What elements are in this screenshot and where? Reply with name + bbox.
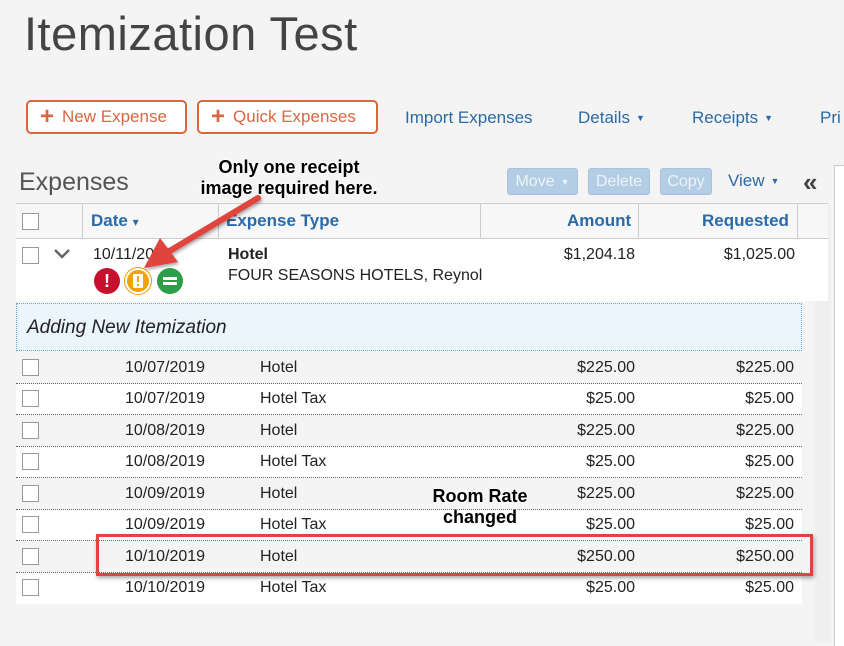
row-expense-type: Hotel [260, 359, 298, 376]
move-label: Move [515, 172, 555, 190]
receipts-label: Receipts [692, 108, 759, 127]
table-row[interactable]: 10/07/2019 Hotel $225.00 $225.00 [16, 353, 802, 384]
caret-down-icon: ▼ [635, 113, 645, 123]
row-expense-type: Hotel Tax [260, 579, 327, 596]
row-expense-type: Hotel Tax [260, 390, 327, 407]
row-checkbox[interactable] [22, 548, 39, 565]
requested-column-header[interactable]: Requested [702, 211, 789, 231]
row-date: 10/10/2019 [125, 579, 206, 596]
row-requested: $25.00 [745, 579, 794, 596]
plus-icon: + [211, 103, 226, 130]
row-checkbox[interactable] [22, 247, 39, 264]
table-row[interactable]: 10/08/2019 Hotel Tax $25.00 $25.00 [16, 447, 802, 478]
row-date: 10/09/2019 [125, 485, 206, 502]
row-amount: $225.00 [577, 422, 635, 439]
row-date: 10/08/2019 [125, 422, 206, 439]
room-rate-annotation-line2: changed [442, 507, 517, 527]
row-requested: $225.00 [736, 422, 794, 439]
chevron-down-icon[interactable] [54, 249, 70, 259]
row-checkbox[interactable] [22, 485, 39, 502]
collapse-panel-icon[interactable]: « [803, 167, 817, 198]
column-divider [797, 204, 798, 238]
new-expense-label: New Expense [62, 107, 167, 126]
row-requested: $25.00 [745, 453, 794, 470]
exclamation-alert-icon[interactable]: ! [94, 268, 120, 294]
table-row[interactable]: 10/07/2019 Hotel Tax $25.00 $25.00 [16, 384, 802, 415]
receipt-annotation-line1: Only one receipt [218, 157, 360, 177]
row-checkbox[interactable] [22, 359, 39, 376]
annotation-arrow-icon [144, 195, 261, 268]
row-amount: $25.00 [586, 453, 635, 470]
row-requested: $225.00 [736, 485, 794, 502]
row-amount: $25.00 [586, 390, 635, 407]
caret-down-icon: ▼ [764, 113, 774, 123]
parent-amount: $1,204.18 [563, 246, 635, 263]
row-checkbox[interactable] [22, 516, 39, 533]
row-date: 10/07/2019 [125, 359, 206, 376]
select-all-checkbox[interactable] [22, 213, 39, 230]
details-label: Details [578, 108, 630, 127]
row-checkbox[interactable] [22, 453, 39, 470]
row-checkbox[interactable] [22, 390, 39, 407]
room-rate-annotation-line1: Room Rate [432, 486, 528, 506]
view-menu[interactable]: View ▼ [728, 171, 779, 191]
date-column-label: Date [91, 211, 128, 230]
receipts-menu[interactable]: Receipts ▼ [692, 108, 773, 128]
highlight-box [96, 534, 813, 576]
row-requested: $225.00 [736, 359, 794, 376]
right-detail-panel [834, 165, 844, 646]
column-divider [638, 204, 639, 238]
details-menu[interactable]: Details ▼ [578, 108, 645, 128]
row-amount: $225.00 [577, 485, 635, 502]
row-expense-type: Hotel Tax [260, 516, 327, 533]
parent-requested: $1,025.00 [723, 246, 795, 263]
quick-expenses-button[interactable]: + Quick Expenses [197, 100, 378, 134]
row-amount: $25.00 [586, 516, 635, 533]
row-date: 10/09/2019 [125, 516, 206, 533]
room-rate-annotation: Room Rate changed [406, 486, 554, 528]
caret-down-icon: ▼ [770, 176, 780, 186]
new-expense-button[interactable]: + New Expense [26, 100, 187, 134]
row-expense-type: Hotel [260, 422, 298, 439]
row-date: 10/08/2019 [125, 453, 206, 470]
row-amount: $225.00 [577, 359, 635, 376]
delete-button[interactable]: Delete [588, 168, 650, 195]
column-divider [480, 204, 481, 238]
copy-button[interactable]: Copy [660, 168, 712, 195]
adding-itemization-banner: Adding New Itemization [16, 303, 802, 351]
page-title: Itemization Test [24, 7, 358, 60]
row-requested: $25.00 [745, 390, 794, 407]
row-checkbox[interactable] [22, 579, 39, 596]
caret-down-icon: ▼ [560, 176, 570, 187]
row-expense-type: Hotel [260, 485, 298, 502]
table-row[interactable]: 10/10/2019 Hotel Tax $25.00 $25.00 [16, 573, 802, 604]
row-checkbox[interactable] [22, 422, 39, 439]
plus-icon: + [40, 103, 55, 130]
move-button[interactable]: Move ▼ [507, 168, 578, 195]
row-requested: $25.00 [745, 516, 794, 533]
view-label: View [728, 171, 765, 190]
quick-expenses-label: Quick Expenses [233, 107, 356, 126]
expenses-section-title: Expenses [19, 168, 129, 196]
row-expense-type: Hotel Tax [260, 453, 327, 470]
print-menu[interactable]: Pri [820, 108, 841, 128]
amount-column-header[interactable]: Amount [567, 211, 631, 231]
column-divider [82, 204, 83, 238]
import-expenses-link[interactable]: Import Expenses [405, 108, 533, 128]
row-date: 10/07/2019 [125, 390, 206, 407]
adding-itemization-label: Adding New Itemization [27, 317, 227, 338]
table-row[interactable]: 10/08/2019 Hotel $225.00 $225.00 [16, 416, 802, 447]
row-amount: $25.00 [586, 579, 635, 596]
